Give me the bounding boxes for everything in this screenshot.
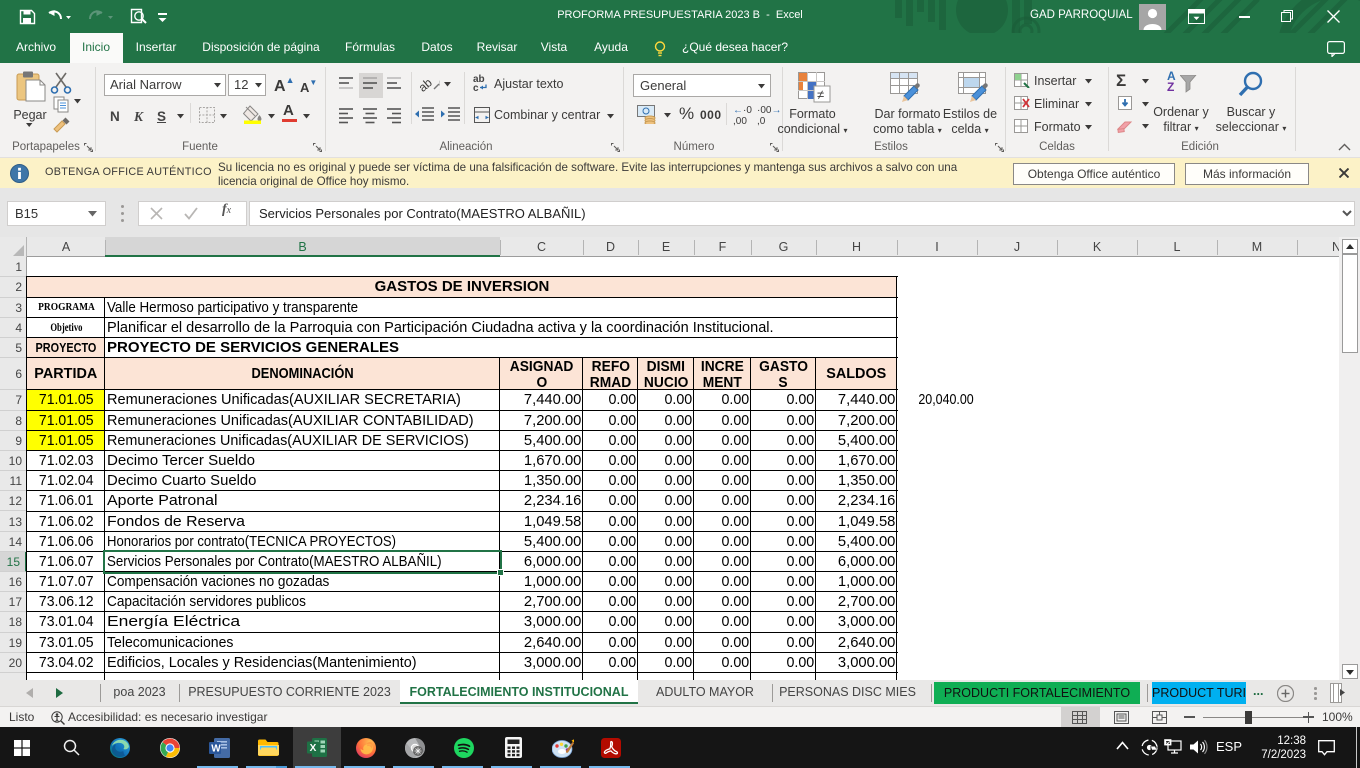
svg-text:c: c bbox=[473, 83, 479, 93]
svg-text:X: X bbox=[310, 743, 317, 754]
svg-text:≠: ≠ bbox=[817, 87, 824, 102]
svg-text:W: W bbox=[211, 744, 221, 755]
svg-text:ab: ab bbox=[420, 75, 435, 93]
